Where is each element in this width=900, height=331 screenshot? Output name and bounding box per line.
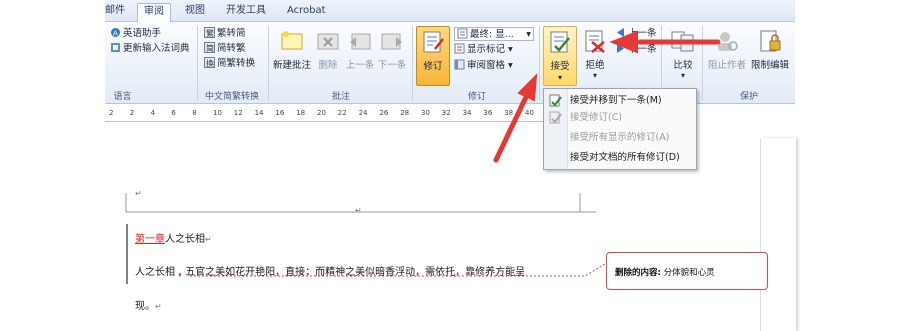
annotation-overlay — [125, 30, 721, 284]
revision-connector-line — [190, 263, 606, 277]
page-corner-guide — [125, 193, 581, 213]
red-arrow-1 — [493, 73, 538, 163]
red-arrow-2 — [609, 30, 721, 54]
